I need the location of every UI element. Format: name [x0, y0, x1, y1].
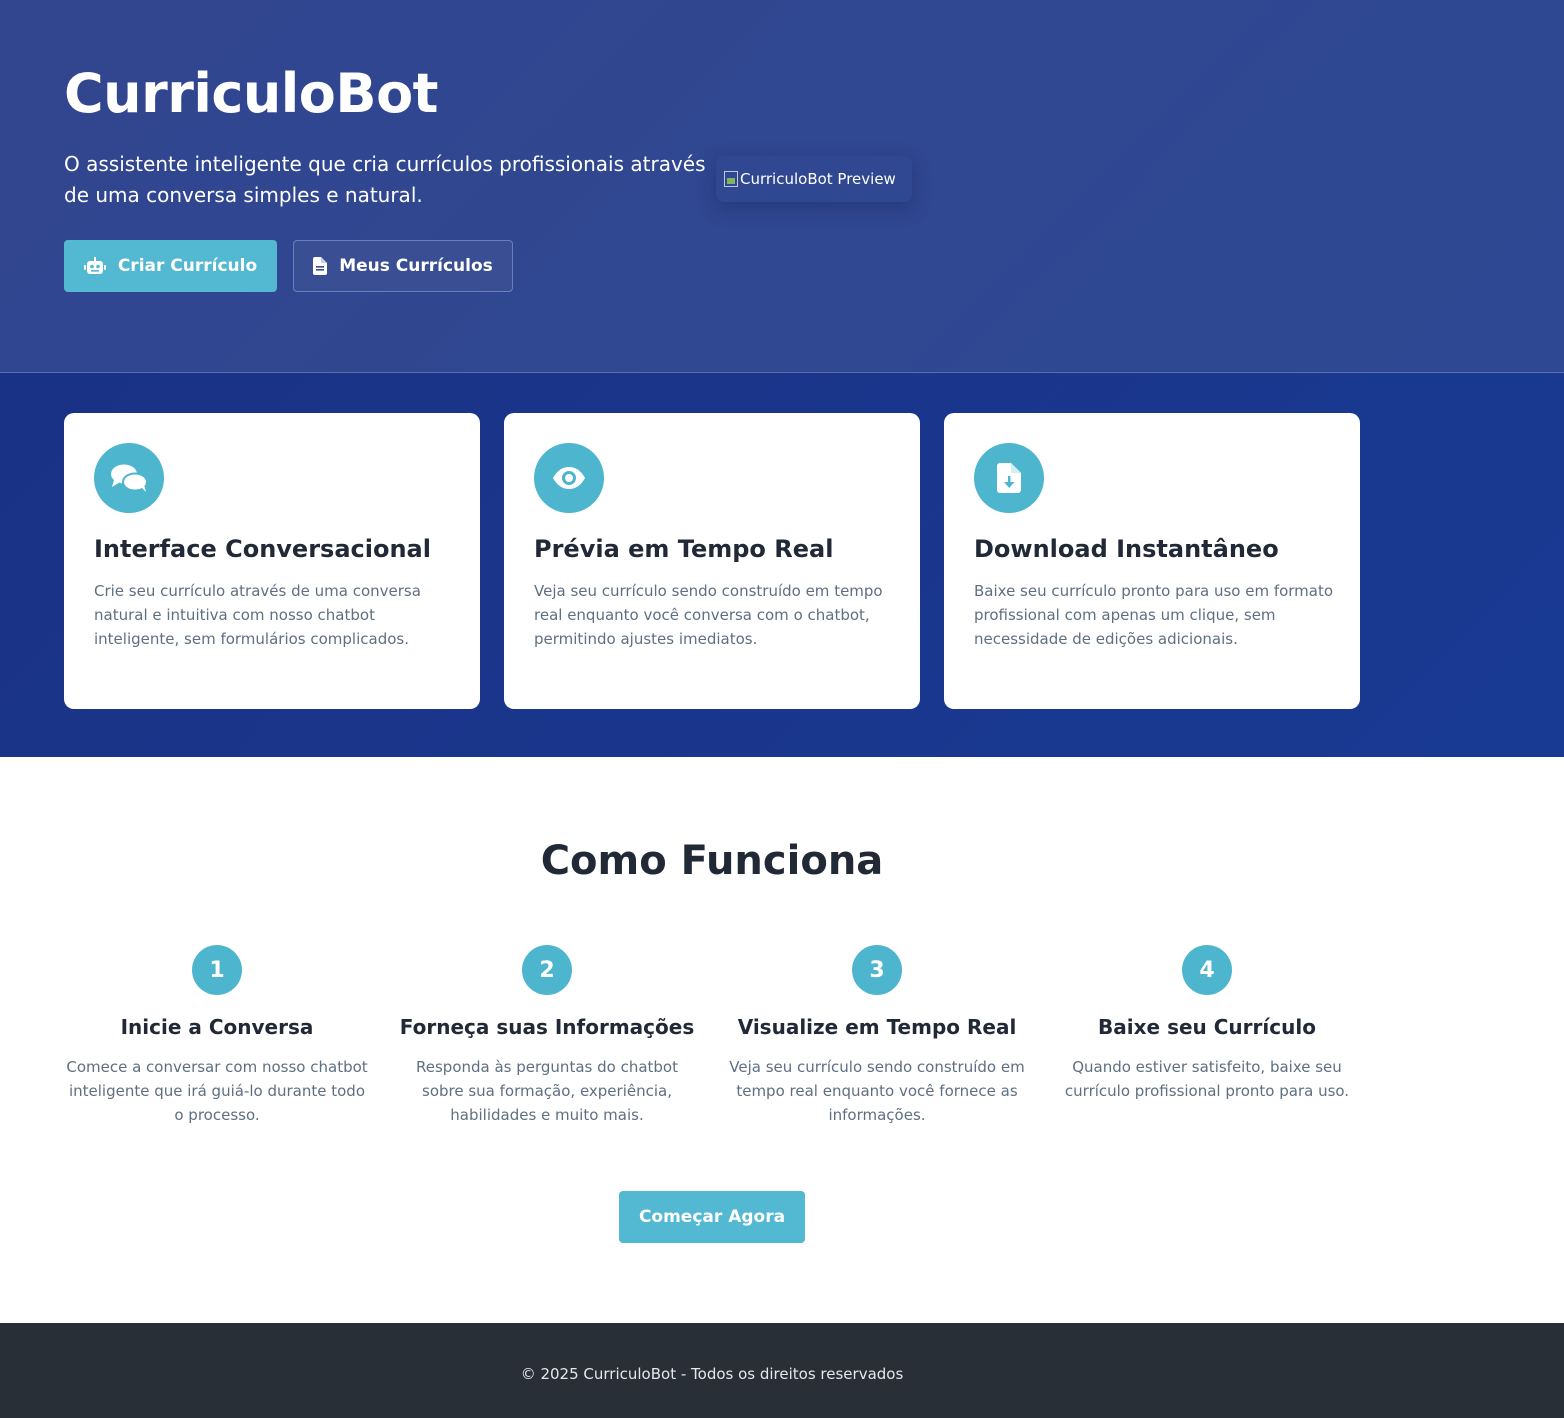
step-text: Responda às perguntas do chatbot sobre s…: [416, 1058, 678, 1124]
features-section: Interface Conversacional Crie seu curríc…: [0, 373, 1564, 757]
hero-section: CurriculoBot O assistente inteligente qu…: [0, 0, 1564, 373]
step-title: Forneça suas Informações: [399, 1015, 695, 1039]
feature-title: Download Instantâneo: [974, 535, 1279, 563]
feature-card: Download Instantâneo Baixe seu currículo…: [944, 413, 1360, 709]
step-text: Comece a conversar com nosso chatbot int…: [66, 1058, 368, 1124]
create-resume-label: Criar Currículo: [117, 256, 258, 276]
step-title: Visualize em Tempo Real: [737, 1015, 1017, 1039]
chat-bubbles-icon: [94, 443, 164, 513]
feature-card: Interface Conversacional Crie seu curríc…: [64, 413, 480, 709]
step-item: 2 Forneça suas Informações Responda às p…: [392, 945, 702, 1127]
how-it-works-title: Como Funciona: [540, 838, 884, 884]
file-icon: [313, 257, 328, 275]
step-item: 1 Inicie a Conversa Comece a conversar c…: [62, 945, 372, 1127]
footer-copyright: © 2025 CurriculoBot - Todos os direitos …: [520, 1365, 904, 1383]
step-text: Quando estiver satisfeito, baixe seu cur…: [1064, 1058, 1350, 1100]
step-item: 3 Visualize em Tempo Real Veja seu currí…: [722, 945, 1032, 1127]
preview-image: CurriculoBot Preview: [716, 156, 912, 202]
feature-text: Crie seu currículo através de uma conver…: [94, 582, 421, 648]
step-title: Inicie a Conversa: [120, 1015, 314, 1039]
feature-title: Interface Conversacional: [94, 535, 431, 563]
file-download-icon: [974, 443, 1044, 513]
step-text: Veja seu currículo sendo construído em t…: [729, 1058, 1025, 1124]
step-item: 4 Baixe seu Currículo Quando estiver sat…: [1052, 945, 1362, 1103]
eye-icon: [534, 443, 604, 513]
my-resumes-label: Meus Currículos: [339, 256, 493, 276]
robot-icon: [83, 257, 106, 274]
broken-image-icon: [724, 171, 738, 187]
hero-subtitle: O assistente inteligente que cria curríc…: [64, 152, 706, 207]
step-number: 2: [522, 945, 572, 995]
step-number: 3: [852, 945, 902, 995]
page-title: CurriculoBot: [64, 62, 438, 125]
footer: © 2025 CurriculoBot - Todos os direitos …: [0, 1323, 1564, 1418]
feature-text: Veja seu currículo sendo construído em t…: [534, 582, 883, 648]
feature-text: Baixe seu currículo pronto para uso em f…: [974, 582, 1334, 648]
step-title: Baixe seu Currículo: [1098, 1015, 1316, 1039]
preview-alt-text: CurriculoBot Preview: [740, 170, 896, 188]
feature-card: Prévia em Tempo Real Veja seu currículo …: [504, 413, 920, 709]
feature-title: Prévia em Tempo Real: [534, 535, 834, 563]
my-resumes-button[interactable]: Meus Currículos: [293, 240, 513, 292]
step-number: 4: [1182, 945, 1232, 995]
start-now-button[interactable]: Começar Agora: [619, 1191, 805, 1243]
create-resume-button[interactable]: Criar Currículo: [64, 240, 277, 292]
step-number: 1: [192, 945, 242, 995]
